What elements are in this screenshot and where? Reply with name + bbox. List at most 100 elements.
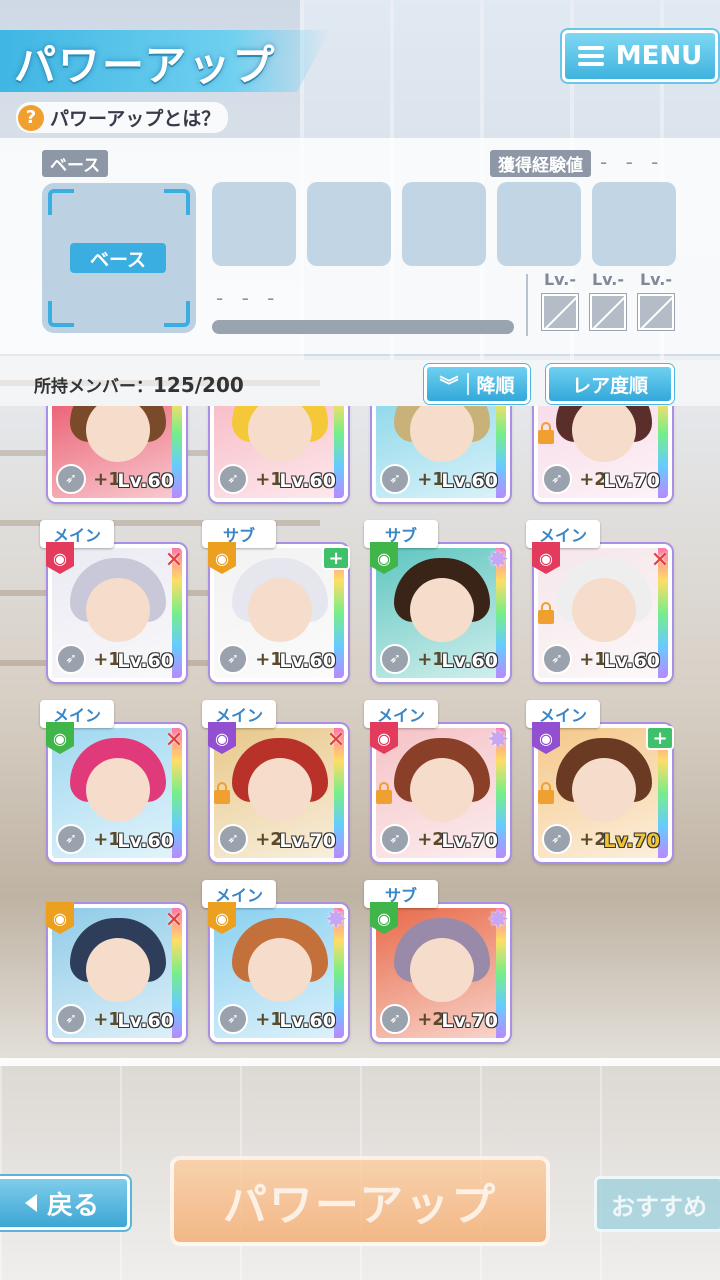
- weapon-icon: ➶: [380, 824, 410, 854]
- footer-divider: [0, 1058, 720, 1066]
- skill-lv-label: Lv.-: [543, 270, 577, 289]
- weapon-icon: ➶: [218, 464, 248, 494]
- weapon-icon: ➶: [380, 1004, 410, 1034]
- corner-bracket: [164, 189, 190, 215]
- base-name-placeholder: - - -: [216, 286, 281, 310]
- member-grid: ➶+1Lv.60➶+1Lv.60➶+1Lv.60➶+2Lv.70➶+1Lv.60…: [0, 406, 720, 1058]
- weapon-icon: ➶: [542, 824, 572, 854]
- lock-icon: [538, 422, 554, 444]
- card-level: Lv.60: [279, 470, 336, 492]
- card-level: Lv.60: [279, 650, 336, 672]
- card-level: Lv.60: [117, 650, 174, 672]
- character-face: [248, 406, 312, 462]
- empty-slot-icon: [638, 294, 674, 330]
- base-tag: ベース: [42, 150, 109, 177]
- character-face: [410, 578, 474, 642]
- member-card[interactable]: ➶+1Lv.60: [210, 406, 348, 502]
- weapon-icon: ➶: [218, 824, 248, 854]
- heal-type-icon: +: [646, 726, 674, 750]
- lock-icon: [376, 782, 392, 804]
- member-card[interactable]: ➶+1Lv.60: [372, 406, 510, 502]
- character-face: [572, 758, 636, 822]
- question-icon: ?: [18, 104, 44, 131]
- partner-slot-5[interactable]: [592, 182, 676, 266]
- menu-button[interactable]: MENU: [562, 30, 718, 82]
- hamburger-icon: [577, 46, 604, 66]
- empty-slot-icon: [542, 294, 578, 330]
- empty-slot-icon: [590, 294, 626, 330]
- sort-order-button[interactable]: ︾ 降順: [424, 364, 530, 404]
- weapon-icon: ➶: [218, 644, 248, 674]
- lock-icon: [538, 782, 554, 804]
- character-face: [248, 578, 312, 642]
- character-face: [248, 938, 312, 1002]
- heal-type-icon: +: [322, 546, 350, 570]
- chevrons-down-icon: ︾: [439, 374, 459, 397]
- support-type-icon: ✸: [487, 725, 509, 755]
- weapon-icon: ➶: [56, 824, 86, 854]
- attack-type-icon: ✕: [164, 727, 184, 753]
- weapon-icon: ➶: [56, 644, 86, 674]
- exp-tag: 獲得経験値: [490, 150, 591, 177]
- character-face: [86, 758, 150, 822]
- member-card[interactable]: ➶+2Lv.70: [534, 406, 672, 502]
- character-face: [86, 406, 150, 462]
- weapon-icon: ➶: [380, 464, 410, 494]
- card-level: Lv.70: [441, 830, 498, 852]
- sort-key-button[interactable]: レア度順: [546, 364, 674, 404]
- sort-order-label: 降順: [476, 374, 515, 397]
- page-title: パワーアップ: [14, 41, 277, 90]
- support-type-icon: ✸: [325, 905, 347, 935]
- help-label: パワーアップとは？: [50, 108, 221, 130]
- support-type-icon: ✸: [487, 905, 509, 935]
- partner-slot-1[interactable]: [212, 182, 296, 266]
- weapon-icon: ➶: [56, 464, 86, 494]
- triangle-left-icon: [24, 1194, 37, 1212]
- card-level: Lv.70: [603, 830, 660, 852]
- attack-type-icon: ✕: [326, 727, 346, 753]
- partner-slot-2[interactable]: [307, 182, 391, 266]
- card-level: Lv.60: [603, 650, 660, 672]
- attack-type-icon: ✕: [164, 547, 184, 573]
- skill-lv-label: Lv.-: [591, 270, 625, 289]
- card-level: Lv.60: [117, 1010, 174, 1032]
- divider: [526, 274, 528, 336]
- skill-lv-label: Lv.-: [639, 270, 673, 289]
- character-face: [86, 578, 150, 642]
- members-value: 125/200: [153, 373, 244, 397]
- back-button[interactable]: 戻る: [0, 1176, 130, 1230]
- corner-bracket: [164, 301, 190, 327]
- help-link[interactable]: ? パワーアップとは？: [16, 102, 229, 133]
- card-level: Lv.60: [441, 650, 498, 672]
- lock-icon: [538, 602, 554, 624]
- sort-key-label: レア度順: [571, 374, 648, 397]
- card-level: Lv.60: [117, 470, 174, 492]
- support-type-icon: ✸: [487, 545, 509, 575]
- partner-slot-3[interactable]: [402, 182, 486, 266]
- character-face: [248, 758, 312, 822]
- power-up-button[interactable]: パワーアップ: [170, 1156, 550, 1246]
- base-slot[interactable]: ベース: [42, 183, 196, 333]
- exp-value: - - -: [600, 150, 665, 174]
- partner-slot-4[interactable]: [497, 182, 581, 266]
- card-level: Lv.70: [279, 830, 336, 852]
- card-level: Lv.60: [441, 470, 498, 492]
- attack-type-icon: ✕: [164, 907, 184, 933]
- character-face: [572, 406, 636, 462]
- character-face: [410, 406, 474, 462]
- weapon-icon: ➶: [542, 464, 572, 494]
- members-label: 所持メンバー：: [34, 377, 153, 397]
- divider: [466, 373, 469, 395]
- character-face: [410, 938, 474, 1002]
- weapon-icon: ➶: [380, 644, 410, 674]
- weapon-icon: ➶: [56, 1004, 86, 1034]
- card-level: Lv.60: [279, 1010, 336, 1032]
- card-level: Lv.70: [603, 470, 660, 492]
- member-card[interactable]: ➶+1Lv.60: [48, 406, 186, 502]
- weapon-icon: ➶: [542, 644, 572, 674]
- corner-bracket: [48, 301, 74, 327]
- weapon-icon: ➶: [218, 1004, 248, 1034]
- recommend-button[interactable]: おすすめ: [594, 1176, 720, 1232]
- lock-icon: [214, 782, 230, 804]
- members-count: 所持メンバー：125/200: [34, 372, 244, 397]
